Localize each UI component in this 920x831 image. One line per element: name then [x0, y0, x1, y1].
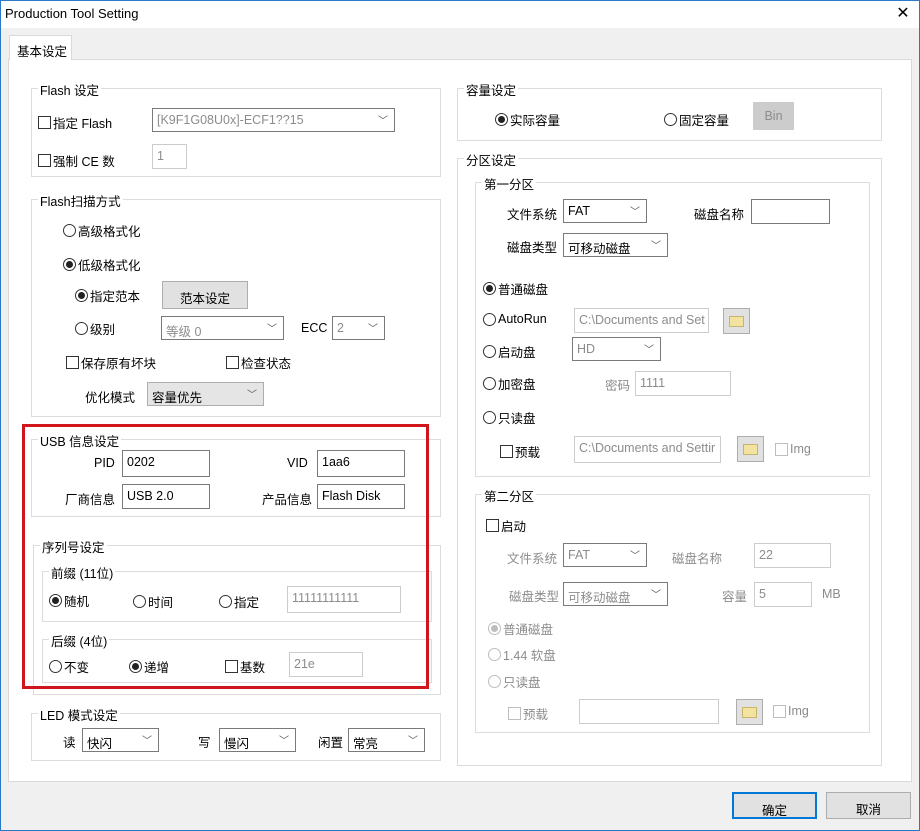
boot-select[interactable]: HD ﹀ [572, 337, 661, 361]
normal-disk-radio[interactable]: 普通磁盘 [483, 279, 548, 298]
folder-icon[interactable] [723, 308, 750, 334]
disk-type-label: 磁盘类型 [509, 590, 560, 604]
write-label: 写 [198, 736, 211, 750]
highlight-rectangle [22, 424, 429, 689]
second-partition-group: 第二分区 [475, 486, 870, 733]
second-readonly-radio[interactable]: 只读盘 [488, 672, 541, 691]
boot-disk-radio[interactable]: 启动盘 [483, 342, 536, 361]
ce-count-input[interactable]: 1 [152, 144, 187, 169]
fs-label: 文件系统 [507, 208, 558, 222]
preload-path-input[interactable]: C:\Documents and Settir [574, 436, 721, 463]
second-preload-path-input[interactable] [579, 699, 719, 724]
group-title: Flash 设定 [38, 80, 102, 99]
folder-icon[interactable] [736, 699, 763, 725]
optimize-mode-select[interactable]: 容量优先 ﹀ [147, 382, 264, 406]
chevron-down-icon: ﹀ [378, 116, 388, 127]
specify-flash-checkbox[interactable]: 指定 Flash [38, 113, 112, 132]
first-disk-type-select[interactable]: 可移动磁盘 ﹀ [563, 233, 668, 257]
second-capacity-input[interactable]: 5 [754, 582, 812, 607]
read-select[interactable]: 快闪 ﹀ [82, 728, 159, 752]
optimize-label: 优化模式 [85, 391, 136, 405]
ecc-label: ECC [301, 321, 328, 335]
idle-select[interactable]: 常亮 ﹀ [348, 728, 425, 752]
window-title: Production Tool Setting [5, 6, 139, 21]
cancel-button[interactable]: 取消 [826, 792, 911, 819]
read-label: 读 [63, 736, 76, 750]
ok-button[interactable]: 确定 [732, 792, 817, 819]
floppy-radio[interactable]: 1.44 软盘 [488, 645, 556, 664]
unit-label: MB [822, 587, 841, 601]
readonly-disk-radio[interactable]: 只读盘 [483, 408, 536, 427]
fs-label: 文件系统 [507, 552, 558, 566]
second-preload-checkbox[interactable]: 预载 [508, 704, 548, 723]
disk-name-label: 磁盘名称 [694, 208, 745, 222]
write-select[interactable]: 慢闪 ﹀ [219, 728, 296, 752]
folder-icon[interactable] [737, 436, 764, 462]
enable-second-checkbox[interactable]: 启动 [486, 516, 526, 535]
tab-basic-settings[interactable]: 基本设定 [9, 35, 72, 60]
template-settings-button[interactable]: 范本设定 [162, 281, 248, 309]
second-normal-radio[interactable]: 普通磁盘 [488, 619, 553, 638]
preload-checkbox[interactable]: 预载 [500, 442, 540, 461]
autorun-path-input[interactable]: C:\Documents and Set [574, 308, 709, 333]
close-icon[interactable]: ✕ [893, 3, 913, 23]
first-disk-name-input[interactable] [751, 199, 830, 224]
autorun-radio[interactable]: AutoRun [483, 312, 547, 326]
level-select[interactable]: 等级 0 ﹀ [161, 316, 284, 340]
bin-button[interactable]: Bin [753, 102, 794, 130]
first-fs-select[interactable]: FAT ﹀ [563, 199, 647, 223]
actual-capacity-radio[interactable]: 实际容量 [495, 110, 560, 129]
keep-bad-blocks-checkbox[interactable]: 保存原有坏块 [66, 353, 156, 372]
disk-type-label: 磁盘类型 [507, 241, 558, 255]
level-radio[interactable]: 级别 [75, 319, 115, 338]
capacity-label: 容量 [722, 590, 748, 604]
img-checkbox[interactable]: Img [775, 442, 811, 456]
low-format-radio[interactable]: 低级格式化 [63, 255, 141, 274]
password-label: 密码 [605, 379, 631, 393]
force-ce-checkbox[interactable]: 强制 CE 数 [38, 151, 115, 170]
high-format-radio[interactable]: 高级格式化 [63, 221, 141, 240]
second-fs-select[interactable]: FAT ﹀ [563, 543, 647, 567]
window-border [0, 0, 1, 831]
idle-label: 闲置 [318, 736, 344, 750]
second-disk-type-select[interactable]: 可移动磁盘 ﹀ [563, 582, 668, 606]
specify-template-radio[interactable]: 指定范本 [75, 286, 140, 305]
disk-name-label: 磁盘名称 [672, 552, 723, 566]
check-status-checkbox[interactable]: 检查状态 [226, 353, 291, 372]
flash-model-select[interactable]: [K9F1G08U0x]-ECF1??15 ﹀ [152, 108, 395, 132]
encrypted-disk-radio[interactable]: 加密盘 [483, 374, 536, 393]
ecc-select[interactable]: 2 ﹀ [332, 316, 385, 340]
second-disk-name-input[interactable]: 22 [754, 543, 831, 568]
second-img-checkbox[interactable]: Img [773, 704, 809, 718]
fixed-capacity-radio[interactable]: 固定容量 [664, 110, 729, 129]
password-input[interactable]: 1111 [635, 371, 731, 396]
